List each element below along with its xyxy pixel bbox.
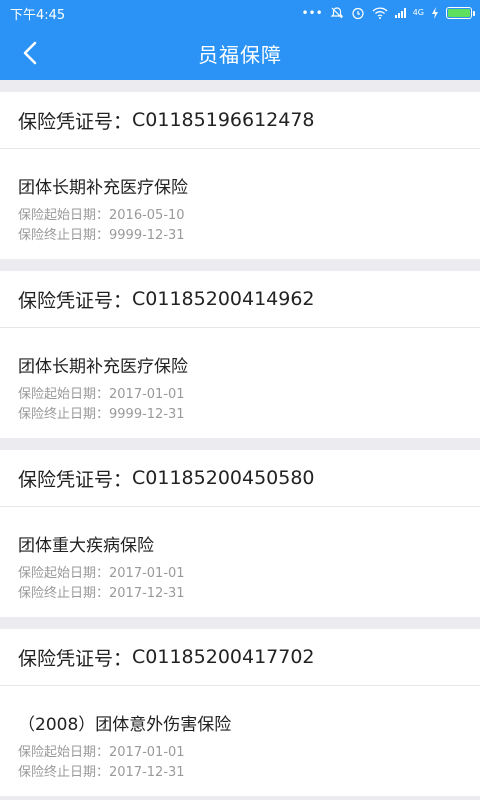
start-date: 2016-05-10 bbox=[109, 208, 185, 223]
end-date: 2017-12-31 bbox=[109, 765, 185, 780]
signal-icon bbox=[394, 8, 406, 18]
start-date-label: 保险起始日期： bbox=[18, 745, 110, 760]
policy-details: （2008）团体意外伤害保险 保险起始日期：2017-01-01 保险终止日期：… bbox=[0, 686, 480, 796]
product-name: （2008）团体意外伤害保险 bbox=[18, 715, 232, 735]
end-date: 2017-12-31 bbox=[109, 586, 185, 601]
end-date-row: 保险终止日期：2017-12-31 bbox=[18, 584, 462, 604]
more-dots-icon: ••• bbox=[301, 6, 323, 20]
end-date-label: 保险终止日期： bbox=[18, 407, 110, 422]
status-icons: ••• 4G bbox=[301, 6, 475, 20]
start-date-row: 保险起始日期：2016-05-10 bbox=[18, 206, 462, 226]
end-date: 9999-12-31 bbox=[109, 407, 185, 422]
battery-icon bbox=[446, 7, 475, 19]
product-name: 团体长期补充医疗保险 bbox=[18, 357, 188, 377]
end-date: 9999-12-31 bbox=[109, 228, 185, 243]
status-bar: 下午4:45 ••• 4G bbox=[0, 0, 480, 26]
cert-label: 保险凭证号： bbox=[18, 468, 133, 491]
policy-card[interactable]: 保险凭证号： C01185200450580 团体重大疾病保险 保险起始日期：2… bbox=[0, 450, 480, 617]
nav-bar: 员福保障 bbox=[0, 26, 480, 80]
start-date-row: 保险起始日期：2017-01-01 bbox=[18, 564, 462, 584]
policy-cert-header: 保险凭证号： C01185200414962 bbox=[0, 271, 480, 328]
start-date-row: 保险起始日期：2017-01-01 bbox=[18, 385, 462, 405]
policy-card[interactable]: 保险凭证号： C01185200417702 （2008）团体意外伤害保险 保险… bbox=[0, 629, 480, 796]
charging-icon bbox=[431, 7, 439, 19]
end-date-row: 保险终止日期：2017-12-31 bbox=[18, 763, 462, 783]
product-name: 团体重大疾病保险 bbox=[18, 536, 154, 556]
end-date-label: 保险终止日期： bbox=[18, 228, 110, 243]
end-date-row: 保险终止日期：9999-12-31 bbox=[18, 226, 462, 246]
product-name: 团体长期补充医疗保险 bbox=[18, 178, 188, 198]
end-date-label: 保险终止日期： bbox=[18, 765, 110, 780]
end-date-row: 保险终止日期：9999-12-31 bbox=[18, 405, 462, 425]
start-date: 2017-01-01 bbox=[109, 387, 185, 402]
policy-cert-header: 保险凭证号： C01185196612478 bbox=[0, 92, 480, 149]
start-date: 2017-01-01 bbox=[109, 745, 185, 760]
start-date: 2017-01-01 bbox=[109, 566, 185, 581]
wifi-icon bbox=[372, 7, 388, 19]
cert-label: 保险凭证号： bbox=[18, 110, 133, 133]
start-date-label: 保险起始日期： bbox=[18, 566, 110, 581]
cert-label: 保险凭证号： bbox=[18, 289, 133, 312]
cert-label: 保险凭证号： bbox=[18, 647, 133, 670]
start-date-label: 保险起始日期： bbox=[18, 208, 110, 223]
policy-details: 团体重大疾病保险 保险起始日期：2017-01-01 保险终止日期：2017-1… bbox=[0, 507, 480, 617]
mute-bell-icon bbox=[330, 6, 344, 20]
policy-details: 团体长期补充医疗保险 保险起始日期：2016-05-10 保险终止日期：9999… bbox=[0, 149, 480, 259]
start-date-row: 保险起始日期：2017-01-01 bbox=[18, 743, 462, 763]
alarm-icon bbox=[351, 6, 365, 20]
status-time: 下午4:45 bbox=[10, 7, 66, 23]
policy-cert-header: 保险凭证号： C01185200417702 bbox=[0, 629, 480, 686]
page-title: 员福保障 bbox=[198, 42, 282, 67]
end-date-label: 保险终止日期： bbox=[18, 586, 110, 601]
policy-list: 保险凭证号： C01185196612478 团体长期补充医疗保险 保险起始日期… bbox=[0, 80, 480, 796]
policy-details: 团体长期补充医疗保险 保险起始日期：2017-01-01 保险终止日期：9999… bbox=[0, 328, 480, 438]
cert-number: C01185196612478 bbox=[132, 109, 315, 131]
battery-fill bbox=[448, 9, 470, 17]
network-type: 4G bbox=[412, 8, 424, 17]
policy-card[interactable]: 保险凭证号： C01185196612478 团体长期补充医疗保险 保险起始日期… bbox=[0, 92, 480, 259]
cert-number: C01185200450580 bbox=[132, 467, 315, 489]
start-date-label: 保险起始日期： bbox=[18, 387, 110, 402]
policy-cert-header: 保险凭证号： C01185200450580 bbox=[0, 450, 480, 507]
cert-number: C01185200414962 bbox=[132, 288, 315, 310]
policy-card[interactable]: 保险凭证号： C01185200414962 团体长期补充医疗保险 保险起始日期… bbox=[0, 271, 480, 438]
cert-number: C01185200417702 bbox=[132, 646, 315, 668]
back-arrow-icon[interactable] bbox=[16, 39, 44, 67]
